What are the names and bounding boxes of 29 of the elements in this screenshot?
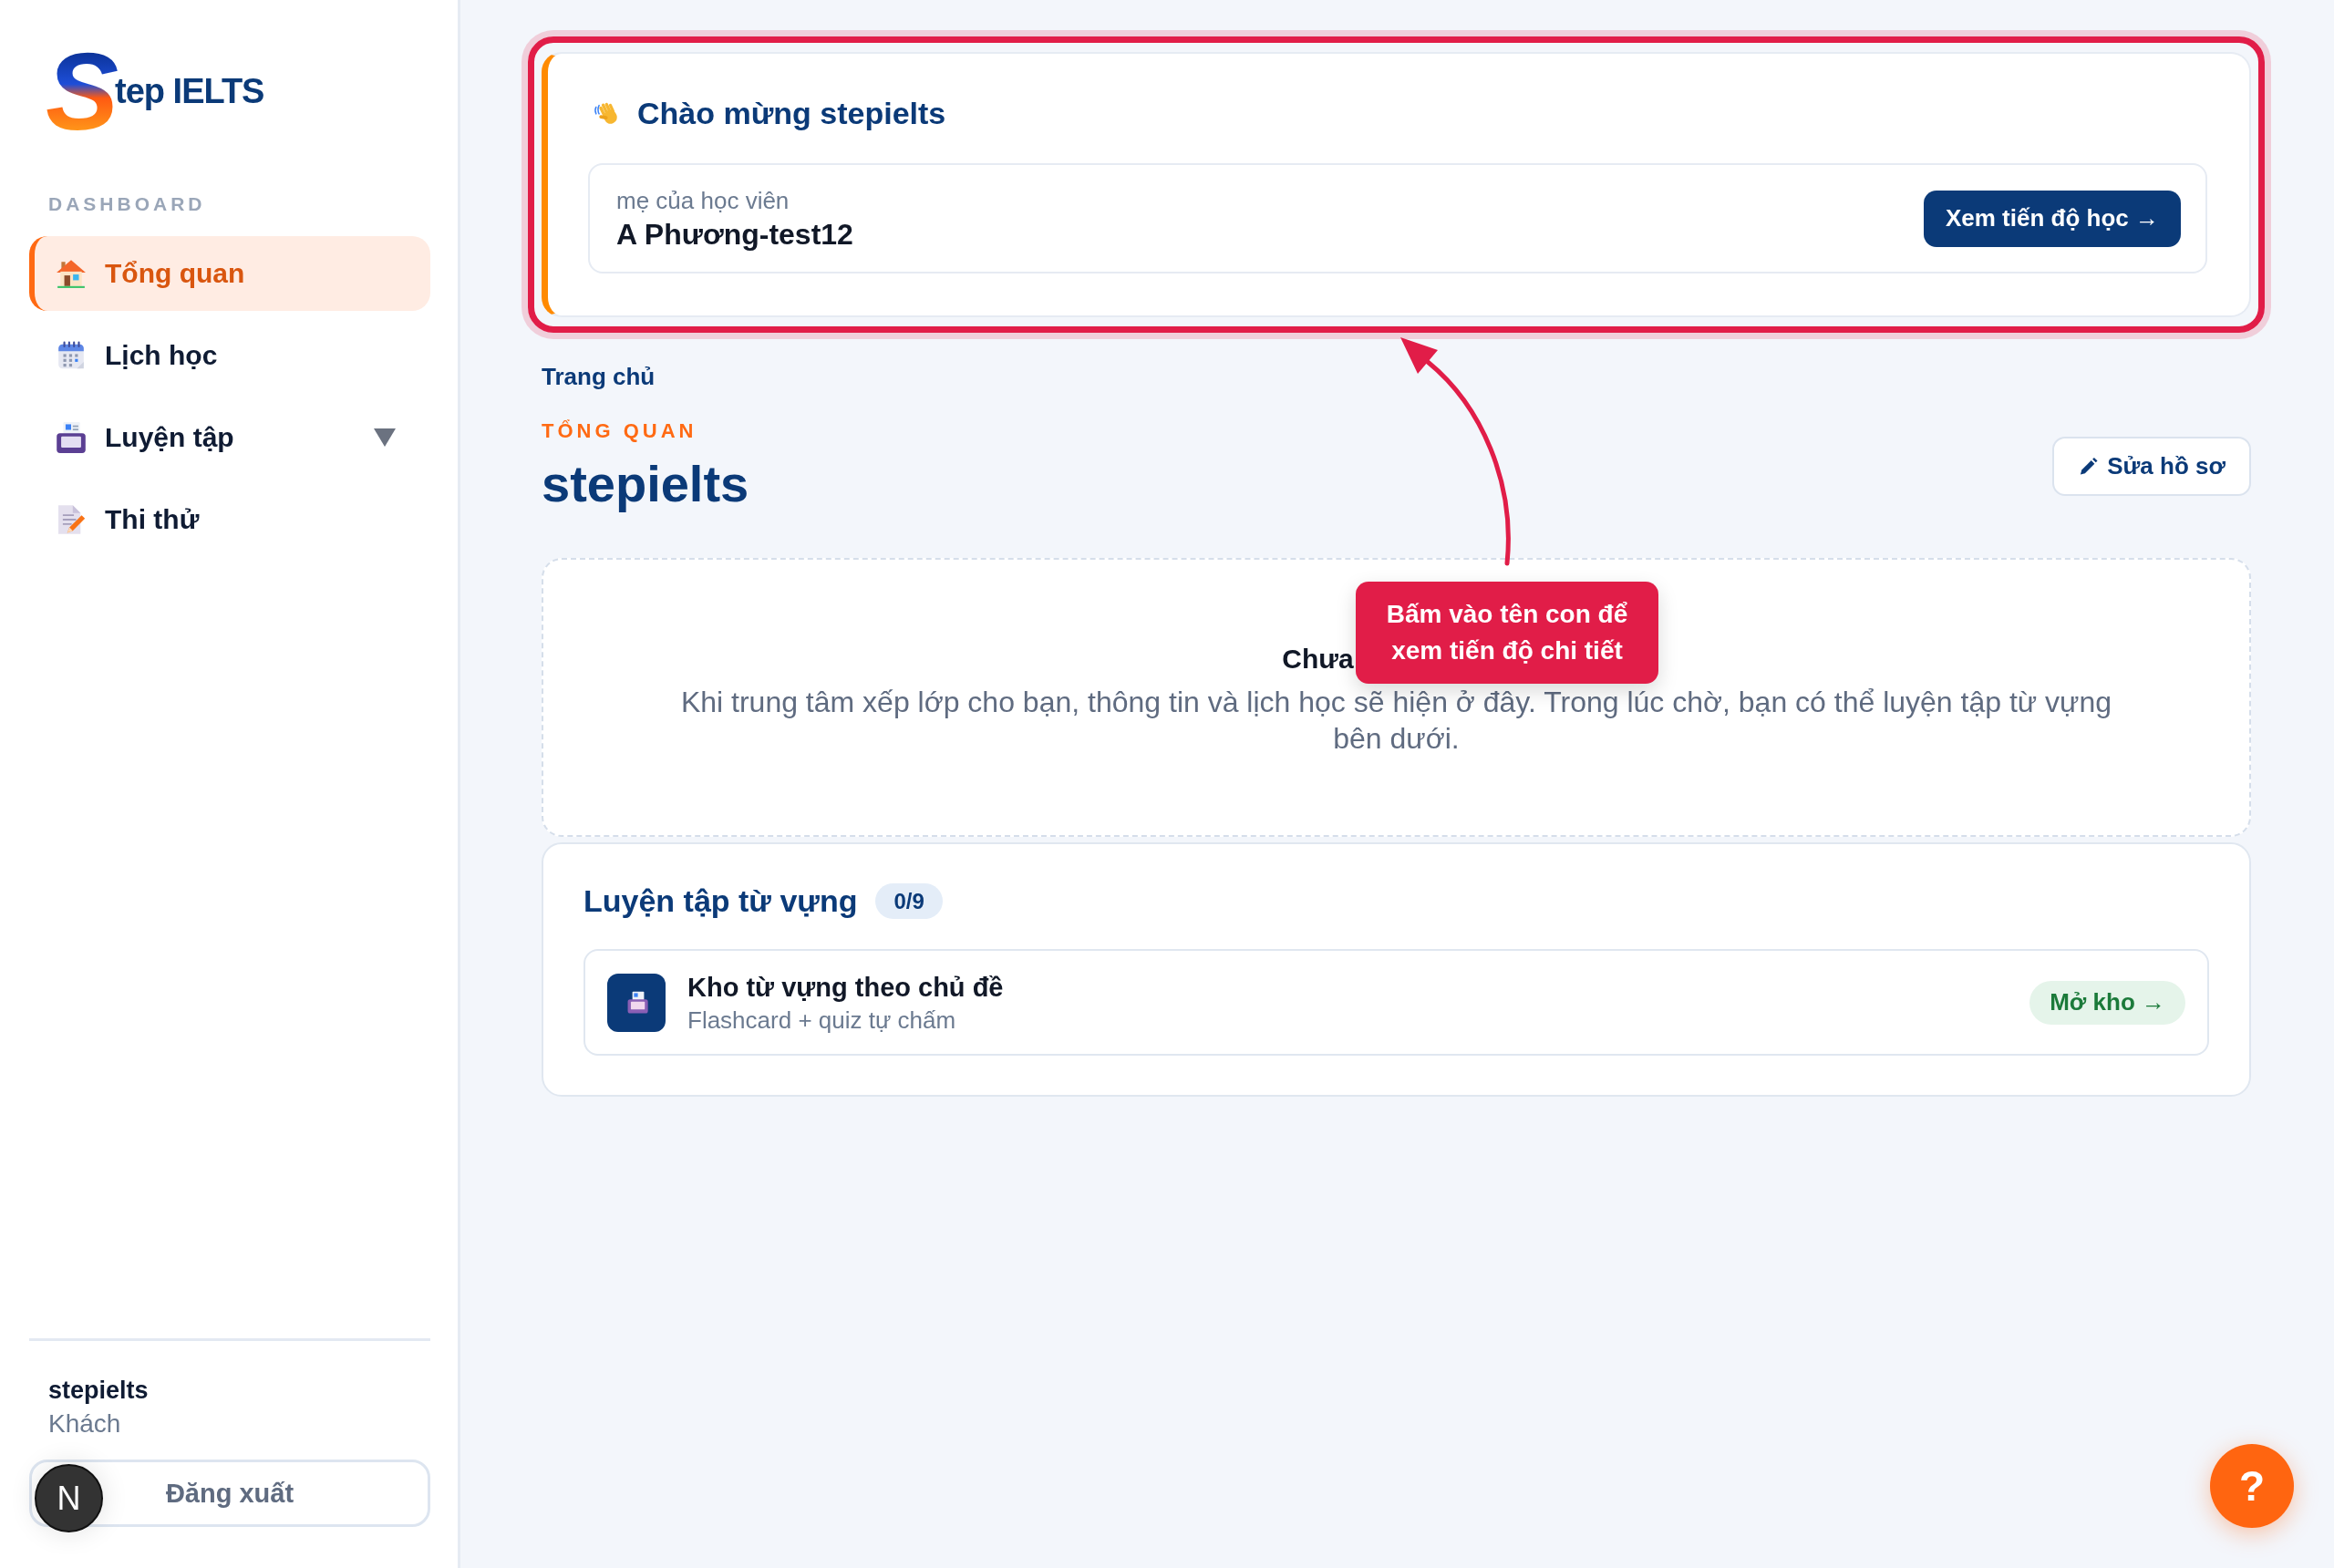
edit-profile-button[interactable]: Sửa hồ sơ — [2052, 436, 2251, 496]
vocab-item-title: Kho từ vựng theo chủ đề — [687, 971, 1004, 1004]
nav-item[interactable]: Luyện tập — [29, 400, 430, 475]
document-pencil-icon — [56, 504, 87, 535]
nav-item[interactable]: Thi thử — [29, 482, 430, 557]
open-bank-button[interactable]: Mở kho → — [2029, 980, 2185, 1025]
house-icon — [56, 258, 87, 289]
vocab-item-subtitle: Flashcard + quiz tự chấm — [687, 1005, 956, 1036]
welcome-title: Chào mừng stepielts — [637, 95, 946, 132]
progress-badge: 0/9 — [875, 882, 943, 919]
tour-tooltip: Bấm vào tên con để xem tiến độ chi tiết — [1356, 582, 1658, 684]
student-relation: mẹ của học viên — [616, 185, 790, 216]
pencil-icon — [2080, 457, 2099, 475]
student-name: A Phương-test12 — [616, 216, 853, 253]
empty-state-description: Khi trung tâm xếp lớp cho bạn, thông tin và lịch học sẽ hiện ở đây. Trong lúc chờ, bạn có thể luyện tập từ vựng bên dưới. — [679, 685, 2113, 757]
card-box-icon — [607, 973, 666, 1032]
page-eyebrow: TỔNG QUAN — [542, 418, 697, 444]
breadcrumb-link[interactable]: Trang chủ — [542, 360, 656, 393]
caret-down-icon — [374, 428, 396, 447]
empty-state-title: Chưa — [1282, 643, 1354, 676]
calendar-icon — [56, 340, 87, 371]
view-progress-button[interactable]: Xem tiến độ học → — [1923, 190, 2181, 247]
page-title: stepielts — [542, 454, 749, 514]
user-name: stepielts — [48, 1376, 149, 1406]
section-label: DASHBOARD — [48, 193, 206, 215]
vocab-title: Luyện tập từ vựng — [584, 882, 858, 920]
user-role: Khách — [48, 1408, 121, 1439]
card-box-icon — [56, 422, 87, 453]
nav-item[interactable]: Lịch học — [29, 318, 430, 393]
